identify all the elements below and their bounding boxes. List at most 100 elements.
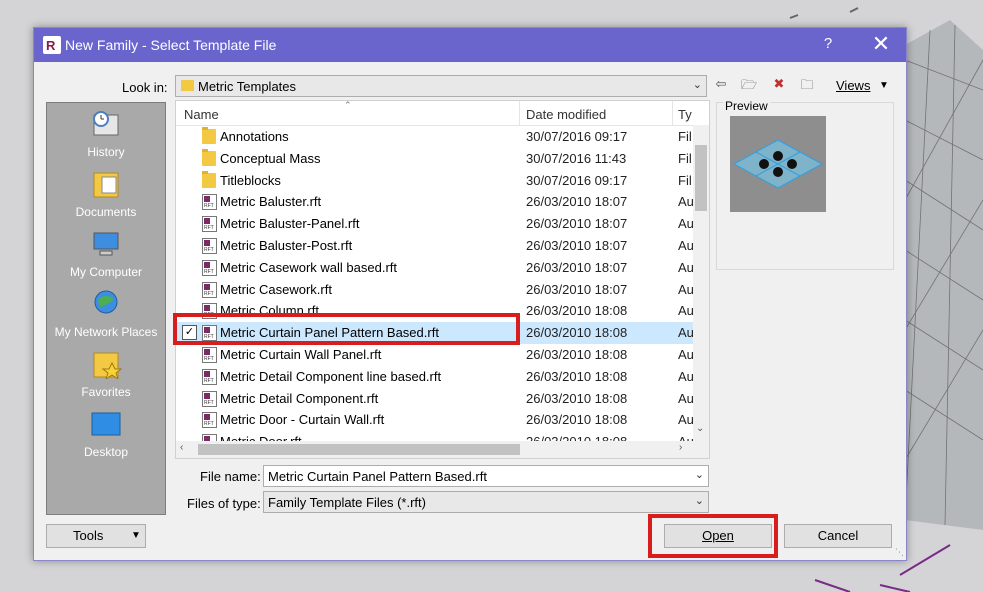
template-preview-image xyxy=(730,116,826,212)
new-folder-icon[interactable]: 🗀 xyxy=(799,76,815,92)
file-name-label: File name: xyxy=(200,469,261,484)
file-date-modified: 26/03/2010 18:08 xyxy=(526,347,628,362)
family-template-file-icon xyxy=(202,368,217,385)
file-row[interactable]: Metric Curtain Wall Panel.rft 26/03/2010 … xyxy=(176,344,709,366)
back-icon[interactable]: ⇦ xyxy=(713,76,729,92)
family-template-file-icon xyxy=(202,325,217,342)
family-template-file-icon xyxy=(202,194,217,211)
file-date-modified: 26/03/2010 18:08 xyxy=(526,390,628,406)
column-name[interactable]: Name xyxy=(184,107,219,122)
chevron-down-icon: ⌄ xyxy=(692,79,702,91)
file-row[interactable]: Metric Casework.rft 26/03/2010 18:07 Au xyxy=(176,279,709,301)
preview-panel: Preview xyxy=(716,99,894,270)
horizontal-scroll-thumb[interactable] xyxy=(198,444,520,455)
scroll-left-icon[interactable]: ‹ xyxy=(180,442,183,453)
file-type: Au xyxy=(678,259,694,275)
file-type: Au xyxy=(678,238,694,253)
file-name: Metric Door - Curtain Wall.rft xyxy=(220,412,385,428)
file-row[interactable]: Titleblocks 30/07/2016 09:17 Fil xyxy=(176,170,709,192)
vertical-scroll-thumb[interactable] xyxy=(695,145,707,211)
views-dropdown-arrow-icon[interactable]: ▼ xyxy=(879,80,889,91)
family-template-file-icon xyxy=(202,412,217,429)
cancel-label: Cancel xyxy=(817,528,859,543)
place-label: Desktop xyxy=(83,445,129,459)
resize-grip-icon[interactable]: ⋱ xyxy=(895,547,904,558)
favorites-icon xyxy=(93,352,122,379)
file-name: Metric Curtain Wall Panel.rft xyxy=(220,347,382,362)
network-icon xyxy=(94,290,118,314)
open-button[interactable]: Open xyxy=(664,524,772,548)
file-name: Metric Detail Component.rft xyxy=(220,390,379,406)
column-divider[interactable] xyxy=(672,101,673,125)
file-row[interactable]: Metric Casework wall based.rft 26/03/2010… xyxy=(176,257,709,279)
file-row-selected[interactable]: ✓ Metric Curtain Panel Pattern Based.rft 2… xyxy=(176,322,709,345)
file-name-field[interactable]: Metric Curtain Panel Pattern Based.rft ⌄ xyxy=(263,465,709,487)
look-in-dropdown[interactable]: Metric Templates ⌄ xyxy=(175,75,707,97)
file-row[interactable]: Metric Baluster-Panel.rft 26/03/2010 18:0… xyxy=(176,213,709,235)
file-row[interactable]: Metric Baluster.rft 26/03/2010 18:07 Au xyxy=(176,191,709,213)
folder-icon xyxy=(202,148,216,166)
close-button[interactable]: ✕ xyxy=(870,31,892,57)
file-row[interactable]: Metric Detail Component.rft 26/03/2010 18… xyxy=(176,388,709,410)
file-type: Au xyxy=(678,368,694,384)
file-row[interactable]: Metric Detail Component line based.rft 26… xyxy=(176,366,709,388)
file-date-modified: 26/03/2010 18:07 xyxy=(526,194,628,210)
column-divider[interactable] xyxy=(519,101,520,125)
file-name: Metric Curtain Panel Pattern Based.rft xyxy=(220,325,439,341)
file-type: Au xyxy=(678,325,694,341)
computer-icon xyxy=(93,232,119,256)
file-list[interactable]: ⌃ Name Date modified Ty Annotations 30/07… xyxy=(175,100,710,459)
place-label: My Computer xyxy=(69,265,143,279)
desktop-icon xyxy=(91,412,121,436)
views-menu[interactable]: Views xyxy=(836,78,870,93)
place-my-computer[interactable]: My Computer xyxy=(47,229,165,287)
cancel-button[interactable]: Cancel xyxy=(784,524,892,548)
vertical-scrollbar[interactable]: ⌄ xyxy=(693,125,709,441)
family-template-file-icon xyxy=(202,259,217,276)
file-date-modified: 26/03/2010 18:07 xyxy=(526,259,628,275)
file-type: Au xyxy=(678,412,694,428)
place-favorites[interactable]: Favorites xyxy=(47,349,165,407)
tools-button[interactable]: Tools ▼ xyxy=(46,524,146,548)
chevron-down-icon[interactable]: ⌄ xyxy=(695,468,704,481)
title-bar: R New Family - Select Template File ? ✕ xyxy=(34,28,906,62)
column-type[interactable]: Ty xyxy=(678,107,692,122)
file-name: Metric Baluster.rft xyxy=(220,194,322,210)
file-date-modified: 26/03/2010 18:08 xyxy=(526,412,628,428)
place-documents[interactable]: Documents xyxy=(47,169,165,227)
family-template-file-icon xyxy=(202,281,217,298)
folder-icon xyxy=(181,80,194,91)
file-type-value: Family Template Files (*.rft) xyxy=(268,495,426,510)
file-row[interactable]: Metric Door - Curtain Wall.rft 26/03/2010… xyxy=(176,409,709,431)
place-label: Favorites xyxy=(81,385,131,399)
place-history[interactable]: History xyxy=(47,109,165,167)
horizontal-scrollbar[interactable]: ‹ › xyxy=(176,441,709,458)
documents-icon xyxy=(93,172,119,198)
place-network[interactable]: My Network Places xyxy=(47,289,165,347)
chevron-down-icon: ⌄ xyxy=(694,495,704,507)
up-folder-icon[interactable]: 🗁 xyxy=(741,76,757,92)
row-checkbox[interactable]: ✓ xyxy=(182,325,197,341)
delete-icon[interactable]: ✖ xyxy=(771,76,787,92)
file-row[interactable]: Annotations 30/07/2016 09:17 Fil xyxy=(176,126,709,148)
file-row[interactable]: Conceptual Mass 30/07/2016 11:43 Fil xyxy=(176,148,709,170)
file-type: Au xyxy=(678,281,694,297)
file-type-dropdown[interactable]: Family Template Files (*.rft) ⌄ xyxy=(263,491,709,513)
file-name: Metric Casework wall based.rft xyxy=(220,259,397,275)
file-row[interactable]: Metric Baluster-Post.rft 26/03/2010 18:07… xyxy=(176,235,709,257)
file-date-modified: 26/03/2010 18:07 xyxy=(526,238,628,253)
scroll-right-icon[interactable]: › xyxy=(679,442,682,453)
file-name: Conceptual Mass xyxy=(220,150,321,166)
places-bar: History Documents My Computer My Network… xyxy=(46,102,166,515)
place-desktop[interactable]: Desktop xyxy=(47,409,165,467)
scroll-down-icon[interactable]: ⌄ xyxy=(696,423,704,434)
place-label: Documents xyxy=(75,205,137,219)
preview-label: Preview xyxy=(723,99,770,113)
file-row[interactable]: Metric Column.rft 26/03/2010 18:08 Au xyxy=(176,300,709,322)
file-name: Metric Baluster-Panel.rft xyxy=(220,216,360,232)
column-date-modified[interactable]: Date modified xyxy=(526,107,606,122)
file-type: Au xyxy=(678,194,694,210)
help-button[interactable]: ? xyxy=(820,35,836,52)
look-in-label: Look in: xyxy=(122,80,168,95)
tools-dropdown-arrow-icon: ▼ xyxy=(131,530,141,541)
